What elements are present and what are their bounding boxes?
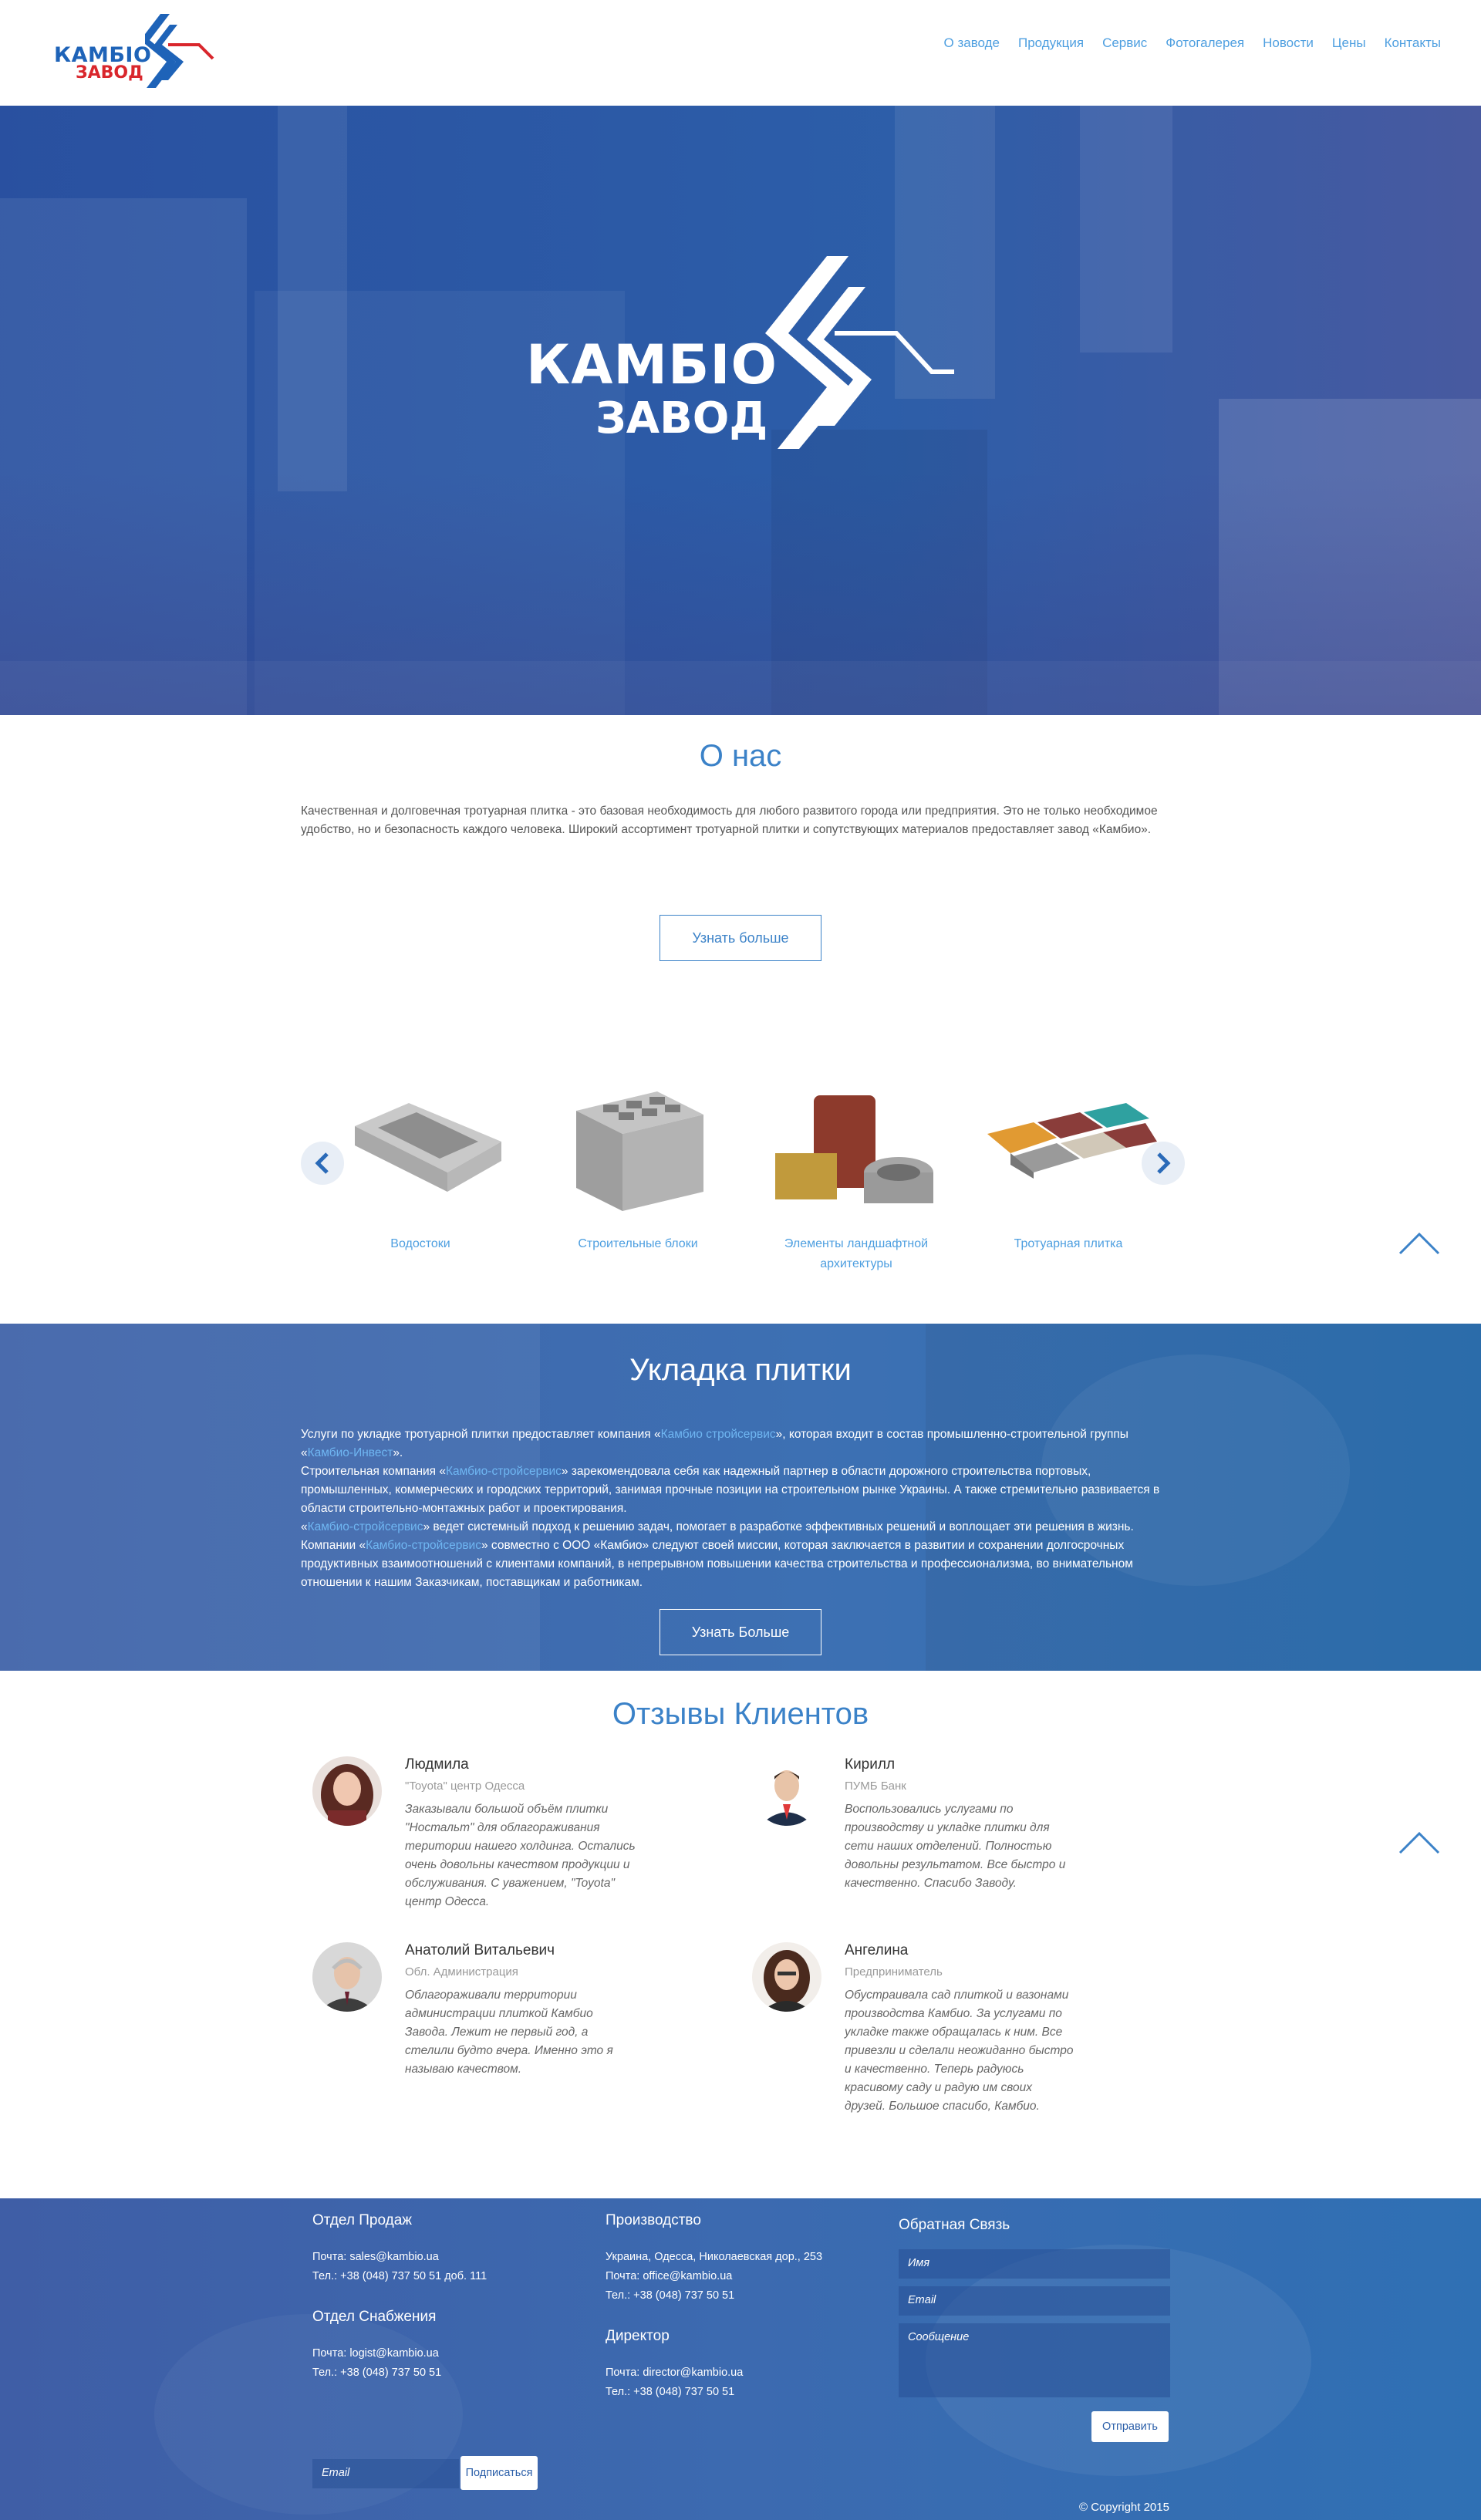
- product-label: Строительные блоки: [578, 1237, 698, 1250]
- nav-item-gallery[interactable]: Фотогалерея: [1166, 35, 1244, 51]
- product-label: Водостоки: [390, 1237, 450, 1250]
- nav-item-about[interactable]: О заводе: [944, 35, 1000, 51]
- logo-line2: ЗАВОД: [76, 63, 143, 83]
- send-button[interactable]: Отправить: [1091, 2411, 1169, 2442]
- feedback-form: Обратная Связь Имя Email Сообщение: [899, 2217, 1170, 2397]
- sales-title: Отдел Продаж: [312, 2212, 412, 2228]
- review-org: Предприниматель: [845, 1965, 943, 1979]
- products-carousel: Водостоки Строительные блоки Элементы ла…: [301, 1057, 1180, 1288]
- hero-logo: КАМБІО ЗАВОД: [526, 256, 958, 457]
- laying-section: Укладка плитки Услуги по укладке тротуар…: [0, 1324, 1481, 1671]
- review-text: Обустраивала сад плиткой и вазонами прои…: [845, 1989, 1074, 2113]
- logo-mark-icon: [145, 14, 214, 88]
- paving-product-image: [972, 1057, 1165, 1226]
- link-kambio-stroyservis[interactable]: Камбио стройсервис: [661, 1428, 776, 1441]
- product-label: Тротуарная плитка: [1014, 1237, 1123, 1250]
- laying-title: Укладка плитки: [629, 1353, 852, 1387]
- message-field[interactable]: Сообщение: [899, 2323, 1170, 2397]
- director-phone: Тел.: +38 (048) 737 50 51: [606, 2386, 735, 2398]
- review-text: Воспользовались услугами по производству…: [845, 1803, 1066, 1890]
- supply-department: Отдел Снабжения Почта: logist@kambio.ua …: [312, 2309, 441, 2383]
- learn-more-button[interactable]: Узнать больше: [660, 915, 821, 961]
- about-title: О нас: [699, 739, 782, 773]
- link-kambio-stroyservis[interactable]: Камбио-стройсервис: [446, 1465, 562, 1478]
- hero-logo-line2: ЗАВОД: [595, 393, 768, 444]
- production-address: Украина, Одесса, Николаевская дор., 253: [606, 2251, 823, 2263]
- nav-item-products[interactable]: Продукция: [1018, 35, 1084, 51]
- block-product-image: [541, 1057, 734, 1226]
- sales-email[interactable]: Почта: sales@kambio.ua: [312, 2248, 487, 2267]
- scroll-top-button[interactable]: [1398, 1232, 1440, 1255]
- about-text: Качественная и долговечная тротуарная пл…: [301, 805, 1158, 836]
- hero-logo-mark-icon: [765, 256, 954, 449]
- nav-item-prices[interactable]: Цены: [1332, 35, 1366, 51]
- main-nav: О заводе Продукция Сервис Фотогалерея Но…: [944, 35, 1442, 51]
- link-kambio-stroyservis[interactable]: Камбио-стройсервис: [308, 1520, 423, 1533]
- review-name: Людмила: [405, 1756, 469, 1773]
- avatar: [312, 1756, 382, 1826]
- director-email[interactable]: Почта: director@kambio.ua: [606, 2363, 743, 2383]
- production-email[interactable]: Почта: office@kambio.ua: [606, 2267, 822, 2286]
- email-field[interactable]: Email: [899, 2286, 1170, 2316]
- review-org: Обл. Администрация: [405, 1965, 518, 1979]
- nav-item-news[interactable]: Новости: [1263, 35, 1314, 51]
- feedback-title: Обратная Связь: [899, 2217, 1010, 2233]
- sales-department: Отдел Продаж Почта: sales@kambio.ua Тел.…: [312, 2212, 487, 2286]
- review-text: Заказывали большой объём плитки "Носталь…: [405, 1803, 636, 1908]
- chevron-up-icon: [1398, 1232, 1440, 1255]
- chevron-right-icon: [1157, 1152, 1171, 1174]
- review-name: Анатолий Витальевич: [405, 1942, 555, 1958]
- supply-email[interactable]: Почта: logist@kambio.ua: [312, 2344, 441, 2363]
- director-contacts: Директор Почта: director@kambio.ua Тел.:…: [606, 2328, 743, 2402]
- product-card[interactable]: Строительные блоки: [541, 1057, 734, 1254]
- avatar: [752, 1756, 821, 1826]
- gutter-product-image: [324, 1057, 517, 1226]
- scroll-top-button[interactable]: [1398, 1831, 1440, 1854]
- production-phone: Тел.: +38 (048) 737 50 51: [606, 2289, 735, 2302]
- hero-logo-line1: КАМБІО: [526, 333, 778, 396]
- nav-item-service[interactable]: Сервис: [1102, 35, 1147, 51]
- nav-item-contacts[interactable]: Контакты: [1385, 35, 1441, 51]
- site-header: КАМБІО ЗАВОД О заводе Продукция Сервис Ф…: [0, 0, 1481, 106]
- name-field[interactable]: Имя: [899, 2249, 1170, 2279]
- copyright: © Copyright 2015: [1079, 2501, 1169, 2514]
- site-logo[interactable]: КАМБІО ЗАВОД: [54, 14, 214, 88]
- supply-phone: Тел.: +38 (048) 737 50 51: [312, 2367, 442, 2379]
- production-contacts: Производство Украина, Одесса, Николаевск…: [606, 2212, 822, 2306]
- reviews-title: Отзывы Клиентов: [612, 1697, 869, 1731]
- laying-learn-more-button[interactable]: Узнать Больше: [660, 1609, 821, 1655]
- director-title: Директор: [606, 2328, 670, 2344]
- subscribe-email-field[interactable]: Email: [312, 2459, 459, 2488]
- product-label: Элементы ландшафтной архитектуры: [784, 1237, 929, 1270]
- product-card[interactable]: Элементы ландшафтной архитектуры: [760, 1057, 953, 1274]
- review-name: Кирилл: [845, 1756, 896, 1773]
- review-name: Ангелина: [845, 1942, 909, 1958]
- product-card[interactable]: Тротуарная плитка: [972, 1057, 1165, 1254]
- laying-text: Услуги по укладке тротуарной плитки пред…: [301, 1428, 1160, 1589]
- review-text: Облагораживали территории администрации …: [405, 1989, 613, 2076]
- hero-banner: КАМБІО ЗАВОД: [0, 106, 1481, 715]
- landscape-product-image: [760, 1057, 953, 1226]
- review-org: "Toyota" центр Одесса: [405, 1780, 525, 1793]
- product-card[interactable]: Водостоки: [324, 1057, 517, 1254]
- chevron-up-icon: [1398, 1831, 1440, 1854]
- avatar: [752, 1942, 821, 2012]
- sales-phone: Тел.: +38 (048) 737 50 51 доб. 111: [312, 2270, 487, 2282]
- supply-title: Отдел Снабжения: [312, 2309, 437, 2325]
- subscribe-button[interactable]: Подписаться: [460, 2456, 538, 2490]
- review-org: ПУМБ Банк: [845, 1780, 906, 1793]
- link-kambio-invest[interactable]: Камбио-Инвест: [308, 1446, 393, 1459]
- carousel-next-button[interactable]: [1142, 1142, 1185, 1185]
- production-title: Производство: [606, 2212, 701, 2228]
- avatar: [312, 1942, 382, 2012]
- link-kambio-stroyservis[interactable]: Камбио-стройсервис: [366, 1539, 481, 1552]
